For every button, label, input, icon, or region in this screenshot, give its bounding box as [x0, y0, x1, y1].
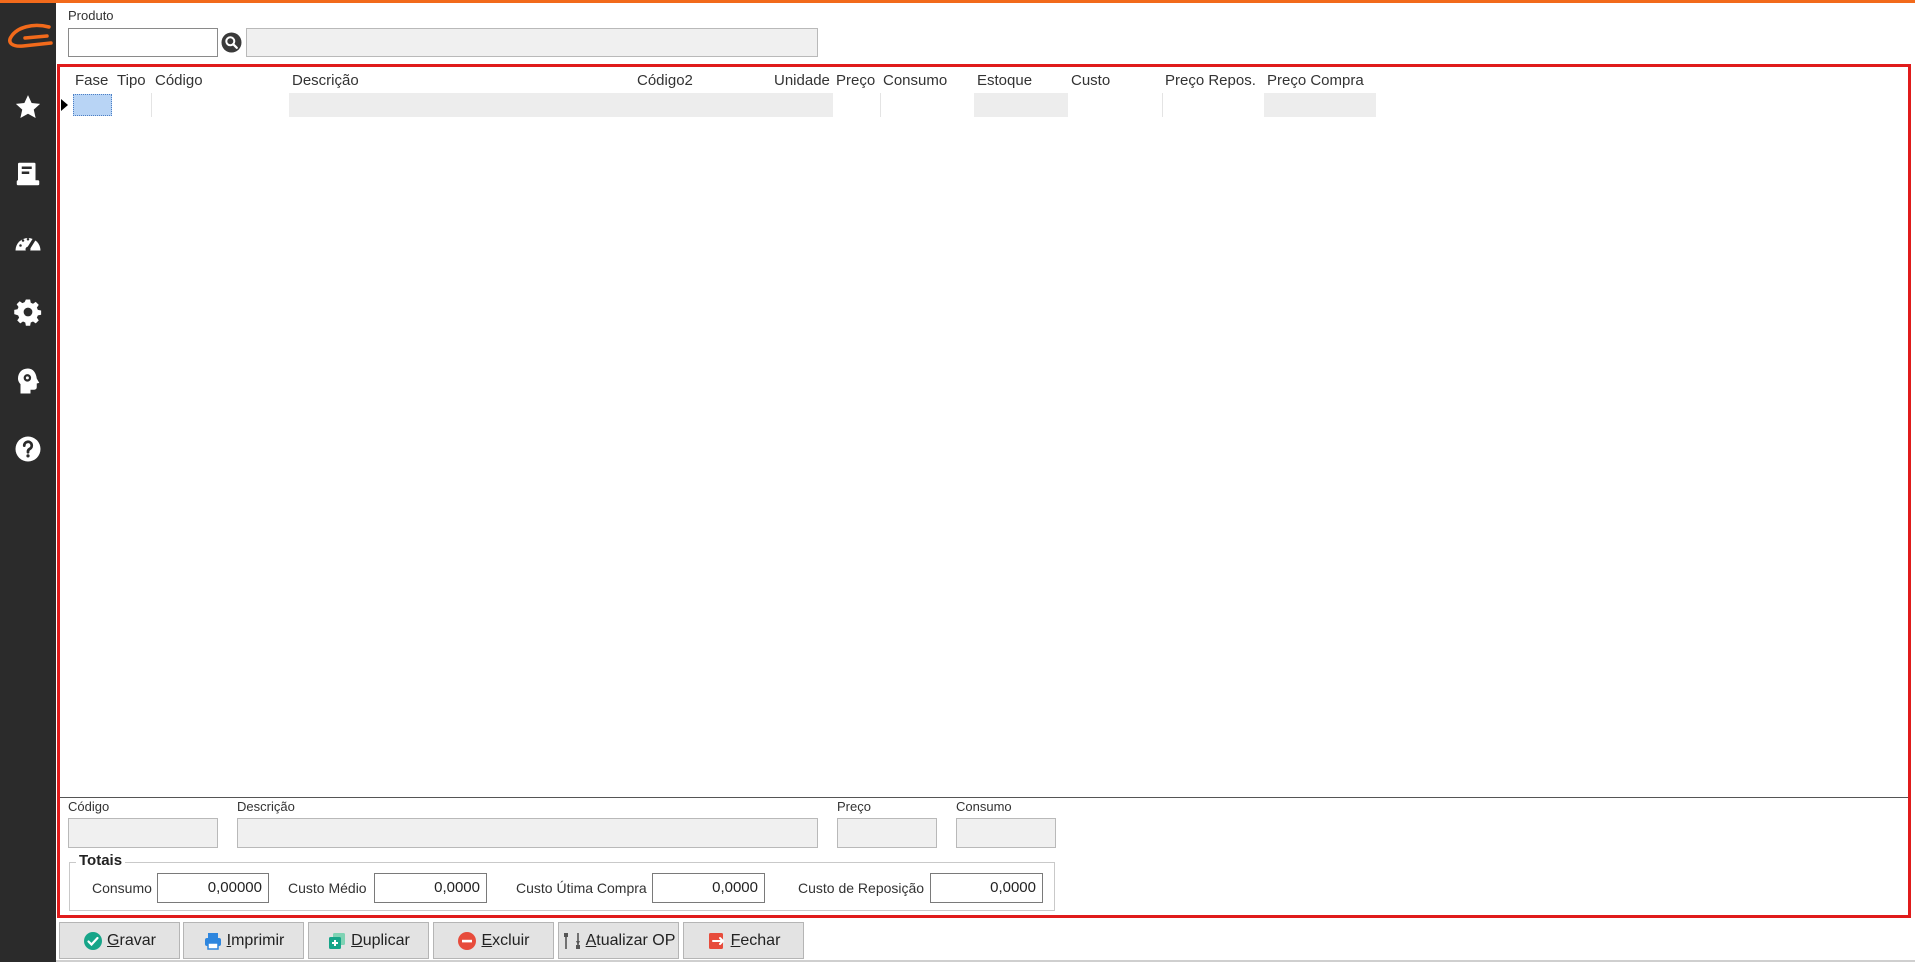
atualizar-op-label: Atualizar OP [585, 931, 676, 949]
help-icon[interactable] [8, 429, 48, 469]
grid-cell-separator [151, 93, 152, 117]
col-header-estoque[interactable]: Estoque [977, 72, 1032, 89]
fechar-label: Fechar [730, 931, 781, 949]
imprimir-label: Imprimir [226, 931, 285, 949]
col-header-consumo[interactable]: Consumo [883, 72, 947, 89]
col-header-preco[interactable]: Preço [836, 72, 875, 89]
col-header-codigo[interactable]: Código [155, 72, 203, 89]
top-accent-bar [0, 0, 1915, 3]
grid-cell-descricao[interactable] [289, 93, 833, 117]
col-header-unidade[interactable]: Unidade [774, 72, 834, 89]
detail-codigo-field [68, 818, 218, 848]
totais-consumo-label: Consumo [92, 880, 152, 896]
detail-consumo-label: Consumo [956, 799, 1012, 814]
sidebar [0, 3, 56, 962]
totais-custo-medio-field[interactable]: 0,0000 [374, 873, 487, 903]
totais-custo-medio-label: Custo Médio [288, 880, 367, 896]
cg-logo-icon[interactable] [3, 21, 53, 51]
col-header-preco-repos[interactable]: Preço Repos. [1165, 72, 1256, 89]
head-gear-icon[interactable] [8, 361, 48, 401]
gravar-label: Gravar [107, 931, 156, 949]
report-icon[interactable] [8, 154, 48, 194]
excluir-label: Excluir [481, 931, 530, 949]
grid-cell-separator [1162, 93, 1163, 117]
gear-icon[interactable] [8, 292, 48, 332]
col-header-descricao[interactable]: Descrição [292, 72, 359, 89]
col-header-preco-compra[interactable]: Preço Compra [1267, 72, 1364, 89]
grid-divider [60, 797, 1908, 798]
duplicar-label: Duplicar [351, 931, 410, 949]
detail-preco-label: Preço [837, 799, 871, 814]
totais-custo-reposicao-field[interactable]: 0,0000 [930, 873, 1043, 903]
grid-cell-estoque[interactable] [974, 93, 1068, 117]
detail-codigo-label: Código [68, 799, 110, 814]
check-circle-icon [83, 931, 103, 951]
dashboard-gauge-icon[interactable] [8, 223, 48, 263]
totais-custo-reposicao-label: Custo de Reposição [798, 880, 925, 896]
search-icon[interactable] [221, 32, 242, 53]
gravar-button[interactable]: Gravar [59, 922, 180, 959]
flow-arrows-icon [562, 931, 582, 951]
col-header-codigo2[interactable]: Código2 [637, 72, 693, 89]
star-icon[interactable] [8, 87, 48, 127]
detail-descricao-field [237, 818, 818, 848]
atualizar-op-button[interactable]: Atualizar OP [558, 922, 679, 959]
printer-icon [203, 931, 223, 951]
detail-consumo-field [956, 818, 1056, 848]
totais-custo-ultima-field[interactable]: 0,0000 [652, 873, 765, 903]
totais-custo-ultima-label: Custo Útima Compra [516, 880, 647, 896]
detail-preco-field [837, 818, 937, 848]
produto-label: Produto [68, 8, 114, 23]
duplicate-icon [327, 931, 347, 951]
totais-consumo-field[interactable]: 0,00000 [157, 873, 269, 903]
produto-code-input[interactable] [68, 28, 218, 57]
col-header-tipo[interactable]: Tipo [117, 72, 146, 89]
duplicar-button[interactable]: Duplicar [308, 922, 429, 959]
exit-door-icon [707, 931, 727, 951]
row-indicator-icon [61, 99, 68, 111]
col-header-custo[interactable]: Custo [1071, 72, 1110, 89]
produto-description-field [246, 28, 818, 57]
fechar-button[interactable]: Fechar [683, 922, 804, 959]
grid-cell-preco-compra[interactable] [1264, 93, 1376, 117]
imprimir-button[interactable]: Imprimir [183, 922, 304, 959]
items-grid[interactable] [57, 64, 1911, 918]
minus-circle-icon [457, 931, 477, 951]
col-header-fase[interactable]: Fase [75, 72, 108, 89]
excluir-button[interactable]: Excluir [433, 922, 554, 959]
grid-cell-fase-selected[interactable] [73, 94, 112, 116]
grid-cell-separator [880, 93, 881, 117]
totais-title: Totais [76, 852, 126, 869]
detail-descricao-label: Descrição [237, 799, 295, 814]
